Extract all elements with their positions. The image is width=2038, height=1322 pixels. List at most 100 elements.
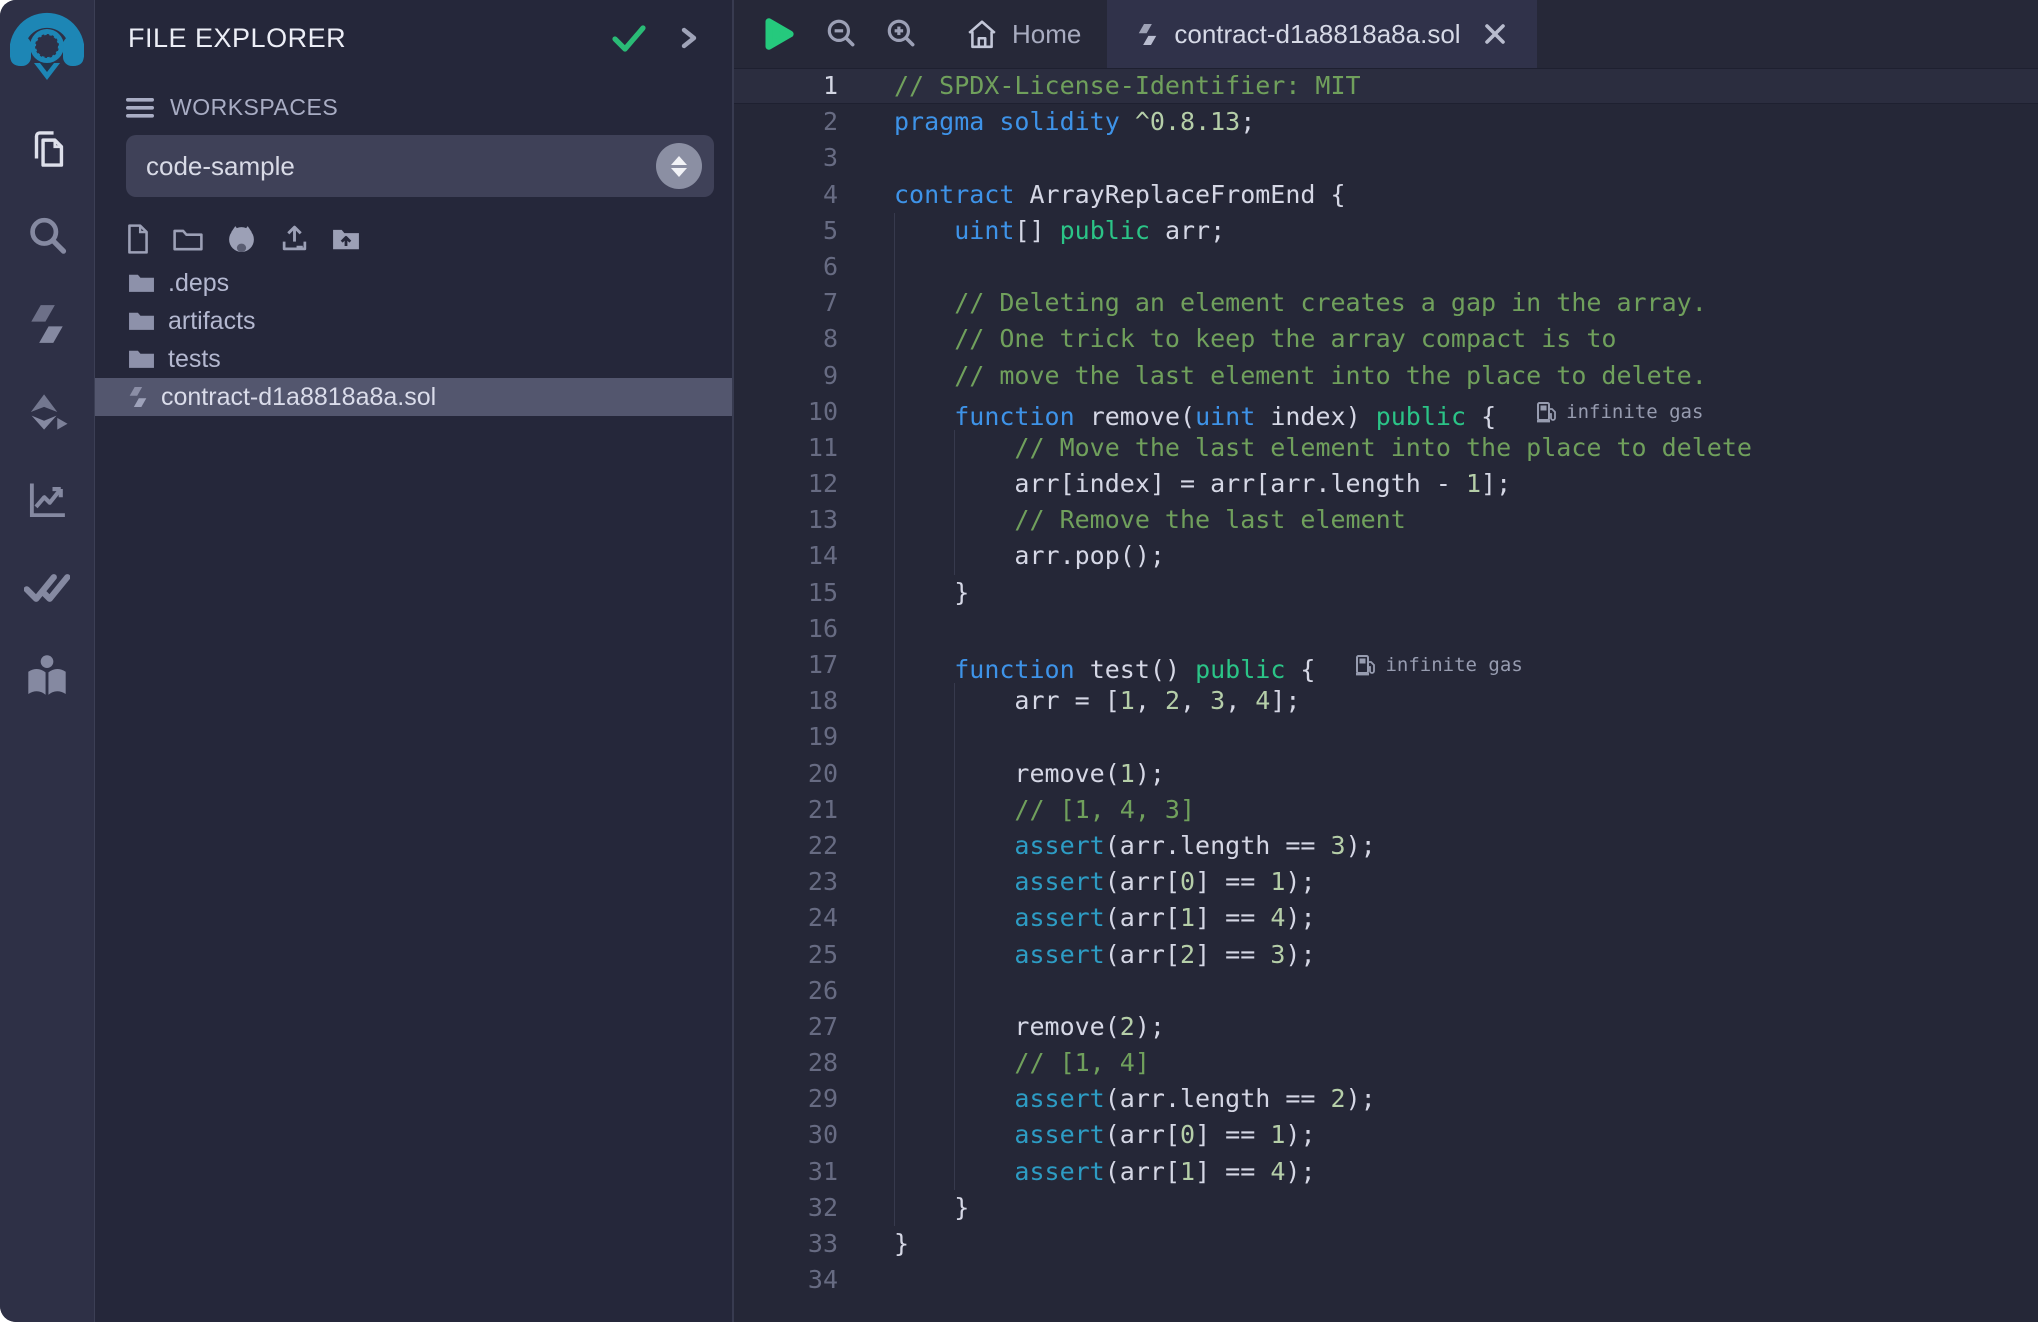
line-number[interactable]: 29 bbox=[734, 1081, 894, 1117]
code-line[interactable]: 19 bbox=[734, 719, 2038, 755]
tab-home[interactable]: Home bbox=[940, 0, 1107, 68]
code-line[interactable]: 11 // Move the last element into the pla… bbox=[734, 430, 2038, 466]
tree-item-deps[interactable]: .deps bbox=[95, 264, 732, 302]
sidebar-item-search[interactable] bbox=[0, 192, 94, 280]
code-line[interactable]: 7 // Deleting an element creates a gap i… bbox=[734, 285, 2038, 321]
code-line[interactable]: 9 // move the last element into the plac… bbox=[734, 358, 2038, 394]
line-number[interactable]: 5 bbox=[734, 213, 894, 249]
code-line[interactable]: 27 remove(2); bbox=[734, 1009, 2038, 1045]
code-line[interactable]: 3 bbox=[734, 140, 2038, 176]
code-line[interactable]: 12 arr[index] = arr[arr.length - 1]; bbox=[734, 466, 2038, 502]
code-line[interactable]: 20 remove(1); bbox=[734, 756, 2038, 792]
line-number[interactable]: 11 bbox=[734, 430, 894, 466]
line-number[interactable]: 26 bbox=[734, 973, 894, 1009]
code-line-text: arr = [1, 2, 3, 4]; bbox=[894, 683, 2038, 719]
remix-logo[interactable] bbox=[10, 0, 84, 104]
code-line[interactable]: 23 assert(arr[0] == 1); bbox=[734, 864, 2038, 900]
code-line[interactable]: 18 arr = [1, 2, 3, 4]; bbox=[734, 683, 2038, 719]
line-number[interactable]: 25 bbox=[734, 937, 894, 973]
code-line[interactable]: 8 // One trick to keep the array compact… bbox=[734, 321, 2038, 357]
workspace-select-value: code-sample bbox=[146, 151, 656, 182]
github-icon[interactable] bbox=[226, 223, 257, 254]
code-line[interactable]: 33} bbox=[734, 1226, 2038, 1262]
line-number[interactable]: 7 bbox=[734, 285, 894, 321]
code-line[interactable]: 14 arr.pop(); bbox=[734, 538, 2038, 574]
code-line[interactable]: 4contract ArrayReplaceFromEnd { bbox=[734, 177, 2038, 213]
code-line[interactable]: 17 function test() public {infinite gas bbox=[734, 647, 2038, 683]
line-number[interactable]: 22 bbox=[734, 828, 894, 864]
code-line[interactable]: 1// SPDX-License-Identifier: MIT bbox=[734, 68, 2038, 104]
tab-contract-file[interactable]: contract-d1a8818a8a.sol bbox=[1107, 0, 1536, 68]
line-number[interactable]: 18 bbox=[734, 683, 894, 719]
code-editor[interactable]: 1// SPDX-License-Identifier: MIT2pragma … bbox=[734, 68, 2038, 1322]
line-number[interactable]: 31 bbox=[734, 1154, 894, 1190]
code-line[interactable]: 13 // Remove the last element bbox=[734, 502, 2038, 538]
line-number[interactable]: 28 bbox=[734, 1045, 894, 1081]
line-number[interactable]: 12 bbox=[734, 466, 894, 502]
accept-check-icon[interactable] bbox=[612, 24, 646, 52]
line-number[interactable]: 27 bbox=[734, 1009, 894, 1045]
line-number[interactable]: 24 bbox=[734, 900, 894, 936]
line-number[interactable]: 14 bbox=[734, 538, 894, 574]
code-line[interactable]: 34 bbox=[734, 1262, 2038, 1298]
code-line[interactable]: 2pragma solidity ^0.8.13; bbox=[734, 104, 2038, 140]
code-line[interactable]: 29 assert(arr.length == 2); bbox=[734, 1081, 2038, 1117]
workspaces-menu-icon[interactable] bbox=[126, 97, 154, 119]
sidebar-item-file-explorer[interactable] bbox=[0, 104, 94, 192]
tree-item-contract-file[interactable]: contract-d1a8818a8a.sol bbox=[95, 378, 732, 416]
line-number[interactable]: 34 bbox=[734, 1262, 894, 1298]
line-number[interactable]: 21 bbox=[734, 792, 894, 828]
code-line[interactable]: 15 } bbox=[734, 575, 2038, 611]
tree-item-artifacts[interactable]: artifacts bbox=[95, 302, 732, 340]
workspace-select[interactable]: code-sample bbox=[126, 135, 714, 197]
line-number[interactable]: 17 bbox=[734, 647, 894, 683]
line-number[interactable]: 30 bbox=[734, 1117, 894, 1153]
sidebar-item-statistics[interactable] bbox=[0, 456, 94, 544]
sidebar-item-learn[interactable] bbox=[0, 632, 94, 720]
folder-icon bbox=[128, 349, 155, 369]
code-line[interactable]: 5 uint[] public arr; bbox=[734, 213, 2038, 249]
code-line[interactable]: 24 assert(arr[1] == 4); bbox=[734, 900, 2038, 936]
new-file-icon[interactable] bbox=[126, 224, 150, 254]
line-number[interactable]: 20 bbox=[734, 756, 894, 792]
line-number[interactable]: 16 bbox=[734, 611, 894, 647]
line-number[interactable]: 23 bbox=[734, 864, 894, 900]
code-line[interactable]: 6 bbox=[734, 249, 2038, 285]
sidebar-item-unit-testing[interactable] bbox=[0, 544, 94, 632]
code-line[interactable]: 22 assert(arr.length == 3); bbox=[734, 828, 2038, 864]
line-number[interactable]: 10 bbox=[734, 394, 894, 430]
zoom-out-icon[interactable] bbox=[824, 17, 858, 51]
sidebar-item-solidity-compiler[interactable] bbox=[0, 280, 94, 368]
line-number[interactable]: 15 bbox=[734, 575, 894, 611]
code-line[interactable]: 16 bbox=[734, 611, 2038, 647]
sidebar-item-deploy-and-run[interactable] bbox=[0, 368, 94, 456]
code-line[interactable]: 25 assert(arr[2] == 3); bbox=[734, 937, 2038, 973]
line-number[interactable]: 13 bbox=[734, 502, 894, 538]
new-folder-icon[interactable] bbox=[173, 226, 203, 252]
upload-file-icon[interactable] bbox=[280, 224, 309, 253]
code-line-text: remove(1); bbox=[894, 756, 2038, 792]
tree-item-tests[interactable]: tests bbox=[95, 340, 732, 378]
code-line[interactable]: 28 // [1, 4] bbox=[734, 1045, 2038, 1081]
code-line[interactable]: 10 function remove(uint index) public {i… bbox=[734, 394, 2038, 430]
code-line[interactable]: 21 // [1, 4, 3] bbox=[734, 792, 2038, 828]
line-number[interactable]: 9 bbox=[734, 358, 894, 394]
code-line[interactable]: 26 bbox=[734, 973, 2038, 1009]
line-number[interactable]: 32 bbox=[734, 1190, 894, 1226]
code-line[interactable]: 31 assert(arr[1] == 4); bbox=[734, 1154, 2038, 1190]
line-number[interactable]: 33 bbox=[734, 1226, 894, 1262]
chevron-right-icon[interactable] bbox=[680, 24, 698, 52]
upload-folder-icon[interactable] bbox=[332, 227, 360, 251]
line-number[interactable]: 2 bbox=[734, 104, 894, 140]
line-number[interactable]: 4 bbox=[734, 177, 894, 213]
code-line[interactable]: 32 } bbox=[734, 1190, 2038, 1226]
close-icon[interactable] bbox=[1483, 22, 1507, 46]
line-number[interactable]: 8 bbox=[734, 321, 894, 357]
code-line[interactable]: 30 assert(arr[0] == 1); bbox=[734, 1117, 2038, 1153]
line-number[interactable]: 6 bbox=[734, 249, 894, 285]
line-number[interactable]: 19 bbox=[734, 719, 894, 755]
run-play-icon[interactable] bbox=[762, 16, 796, 52]
line-number[interactable]: 1 bbox=[734, 68, 894, 104]
line-number[interactable]: 3 bbox=[734, 140, 894, 176]
zoom-in-icon[interactable] bbox=[884, 17, 918, 51]
